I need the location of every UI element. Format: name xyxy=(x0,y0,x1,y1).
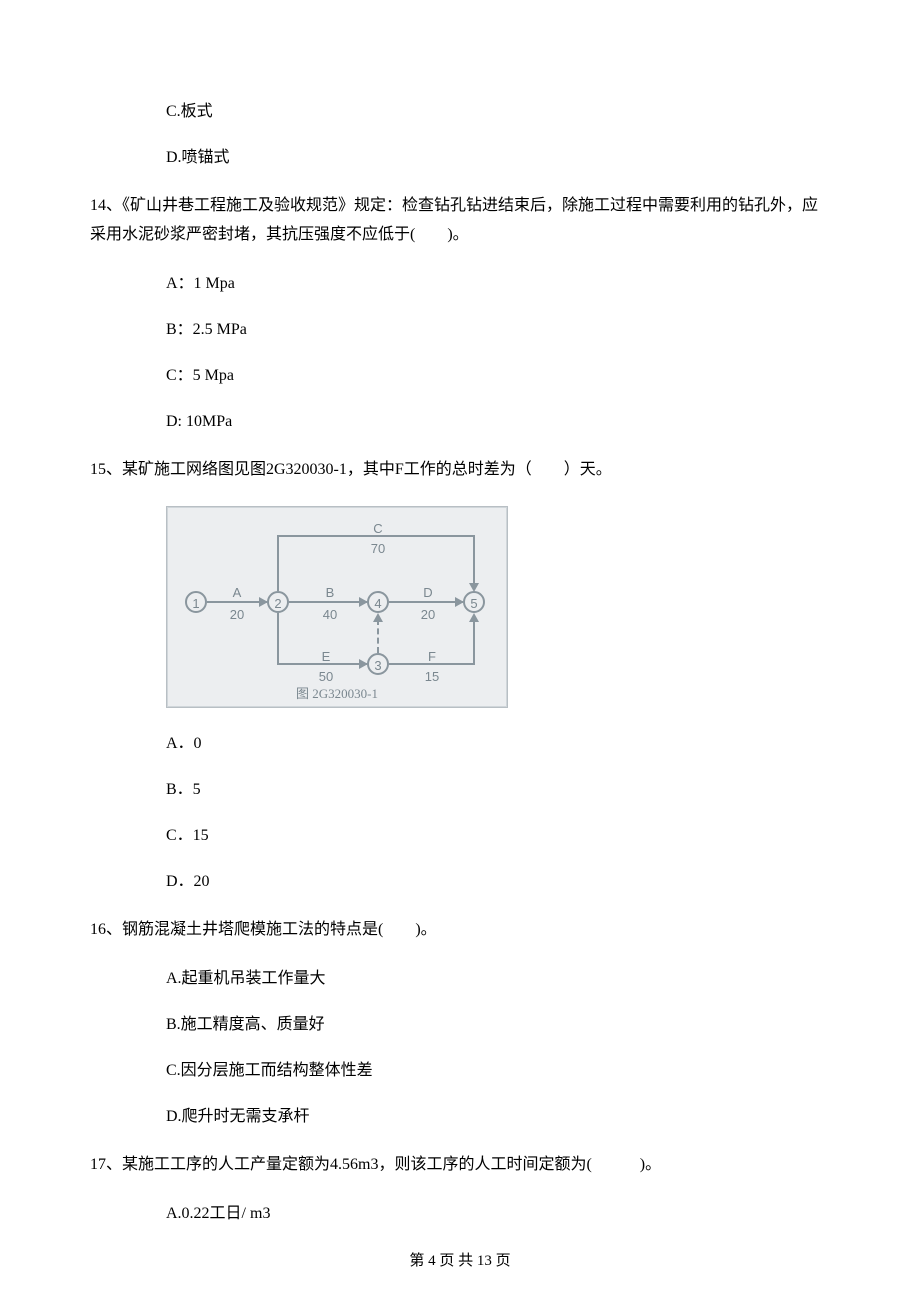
edge-e-arrow xyxy=(359,659,368,669)
q15-option-d: D．20 xyxy=(90,870,830,894)
edge-b-label: B xyxy=(315,583,345,603)
edge-f-arrow xyxy=(469,613,479,622)
page-footer: 第 4 页 共 13 页 xyxy=(0,1250,920,1273)
q16-option-b: B.施工精度高、质量好 xyxy=(90,1013,830,1037)
q17-option-a: A.0.22工日/ m3 xyxy=(90,1202,830,1226)
edge-a-label: A xyxy=(222,583,252,603)
edge-c-arrow xyxy=(469,583,479,592)
network-diagram-figure: 1 2 4 3 5 A 20 B 40 D 20 C 70 E 50 xyxy=(166,506,508,708)
q14-option-c: C：5 Mpa xyxy=(90,364,830,388)
edge-e-v xyxy=(277,613,279,663)
figure-caption: 图 2G320030-1 xyxy=(167,684,507,704)
q15-option-c: C．15 xyxy=(90,824,830,848)
q17-text: 17、某施工工序的人工产量定额为4.56m3，则该工序的人工时间定额为( )。 xyxy=(90,1151,830,1180)
node-4: 4 xyxy=(367,591,389,613)
q14-option-b: B：2.5 MPa xyxy=(90,318,830,342)
edge-d-value: 20 xyxy=(413,605,443,625)
edge-b-arrow xyxy=(359,597,368,607)
edge-e-label: E xyxy=(311,647,341,667)
edge-c-v2 xyxy=(473,535,475,585)
edge-c-label: C xyxy=(363,519,393,539)
q14-option-d: D: 10MPa xyxy=(90,410,830,434)
node-5: 5 xyxy=(463,591,485,613)
edge-c-value: 70 xyxy=(363,539,393,559)
node-3: 3 xyxy=(367,653,389,675)
edge-d-label: D xyxy=(413,583,443,603)
edge-dummy-line xyxy=(377,619,379,653)
edge-a-arrow xyxy=(259,597,268,607)
q15-text: 15、某矿施工网络图见图2G320030-1，其中F工作的总时差为（ ）天。 xyxy=(90,456,830,485)
node-2: 2 xyxy=(267,591,289,613)
q14-text: 14、《矿山井巷工程施工及验收规范》规定：检查钻孔钻进结束后，除施工过程中需要利… xyxy=(90,192,830,250)
q13-option-d: D.喷锚式 xyxy=(90,146,830,170)
edge-f-label: F xyxy=(417,647,447,667)
edge-f-v xyxy=(473,619,475,665)
q16-option-c: C.因分层施工而结构整体性差 xyxy=(90,1059,830,1083)
node-1: 1 xyxy=(185,591,207,613)
q14-option-a: A：1 Mpa xyxy=(90,272,830,296)
edge-c-v1 xyxy=(277,535,279,591)
document-page: C.板式 D.喷锚式 14、《矿山井巷工程施工及验收规范》规定：检查钻孔钻进结束… xyxy=(0,0,920,1302)
q16-text: 16、钢筋混凝土井塔爬模施工法的特点是( )。 xyxy=(90,916,830,945)
edge-a-value: 20 xyxy=(222,605,252,625)
edge-d-arrow xyxy=(455,597,464,607)
q15-option-b: B．5 xyxy=(90,778,830,802)
q13-option-c: C.板式 xyxy=(90,100,830,124)
q15-option-a: A．0 xyxy=(90,732,830,756)
q16-option-a: A.起重机吊装工作量大 xyxy=(90,967,830,991)
edge-dummy-arrow xyxy=(373,613,383,622)
q16-option-d: D.爬升时无需支承杆 xyxy=(90,1105,830,1129)
edge-b-value: 40 xyxy=(315,605,345,625)
